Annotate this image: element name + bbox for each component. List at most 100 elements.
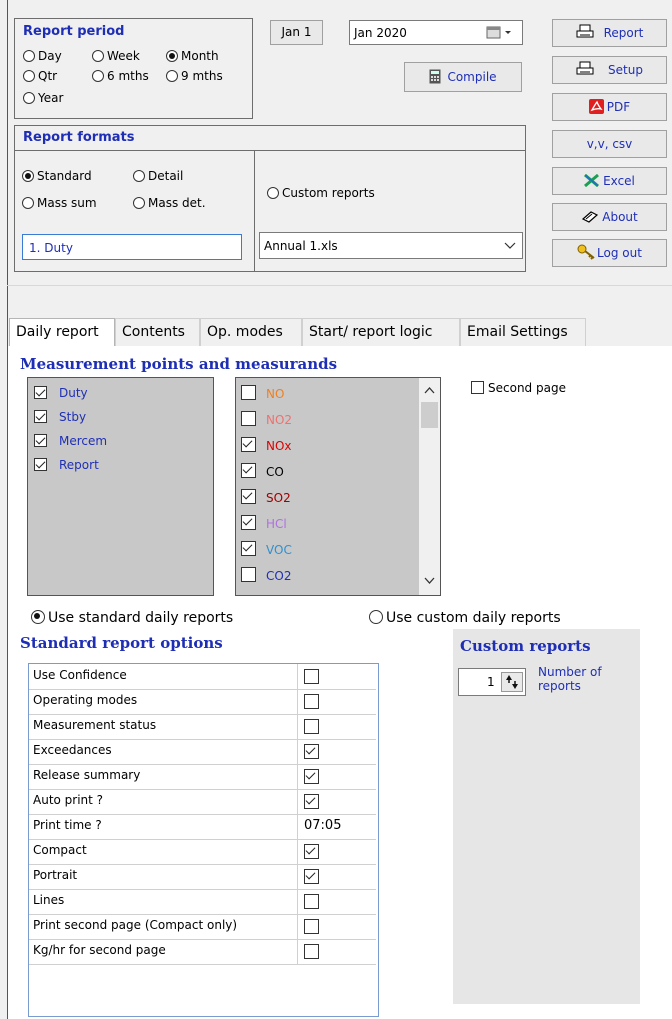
option-checkbox[interactable] bbox=[304, 669, 319, 684]
point-item-mercem[interactable]: Mercem bbox=[34, 434, 107, 448]
option-checkbox[interactable] bbox=[304, 794, 319, 809]
period-radio-indicator[interactable] bbox=[166, 50, 178, 62]
print-time-value[interactable]: 07:05 bbox=[304, 818, 341, 833]
format-option-standard[interactable]: Standard bbox=[22, 169, 92, 183]
point-item-duty[interactable]: Duty bbox=[34, 386, 88, 400]
option-checkbox[interactable] bbox=[304, 694, 319, 709]
use-standard-radio[interactable]: Use standard daily reports bbox=[31, 610, 233, 626]
measurand-checkbox[interactable] bbox=[241, 411, 256, 426]
month-date-picker[interactable]: Jan 2020 bbox=[349, 20, 523, 45]
period-option-9-mths[interactable]: 9 mths bbox=[166, 69, 223, 83]
period-radio-indicator[interactable] bbox=[23, 70, 35, 82]
custom-reports-radio[interactable]: Custom reports bbox=[267, 186, 375, 200]
measurands-list[interactable]: NO NO2 NOx CO SO2 HCl VOC CO2 bbox=[235, 377, 441, 596]
point-checkbox[interactable] bbox=[34, 386, 47, 399]
option-row: Print time ? 07:05 bbox=[29, 814, 376, 840]
tab-email-settings[interactable]: Email Settings bbox=[460, 318, 586, 346]
period-option-year[interactable]: Year bbox=[23, 91, 63, 105]
calendar-dropdown-icon[interactable] bbox=[486, 25, 516, 43]
custom-reports-count-spinner[interactable]: 1 bbox=[458, 668, 526, 696]
period-radio-indicator[interactable] bbox=[23, 50, 35, 62]
measurand-checkbox[interactable] bbox=[241, 541, 256, 556]
use-standard-label: Use standard daily reports bbox=[48, 610, 234, 626]
format-radio-indicator[interactable] bbox=[133, 197, 145, 209]
period-option-week[interactable]: Week bbox=[92, 49, 140, 63]
option-label: Compact bbox=[33, 843, 87, 857]
option-checkbox[interactable] bbox=[304, 844, 319, 859]
measurand-checkbox[interactable] bbox=[241, 385, 256, 400]
spinner-arrows-icon[interactable] bbox=[501, 672, 523, 695]
point-checkbox[interactable] bbox=[34, 458, 47, 471]
compile-button[interactable]: Compile bbox=[404, 62, 522, 92]
measurand-checkbox[interactable] bbox=[241, 515, 256, 530]
measurement-points-list[interactable]: Duty Stby Mercem Report bbox=[27, 377, 214, 596]
tab-daily-report[interactable]: Daily report bbox=[9, 318, 115, 346]
measurand-item-co2[interactable]: CO2 bbox=[241, 567, 291, 583]
format-radio-indicator[interactable] bbox=[22, 170, 34, 182]
measurand-item-voc[interactable]: VOC bbox=[241, 541, 292, 557]
pdf-button[interactable]: PDF bbox=[552, 93, 667, 121]
custom-reports-radio-indicator[interactable] bbox=[267, 187, 279, 199]
second-page-checkbox-box[interactable] bbox=[471, 381, 484, 394]
period-radio-indicator[interactable] bbox=[92, 50, 104, 62]
about-button[interactable]: About bbox=[552, 203, 667, 231]
period-option-qtr[interactable]: Qtr bbox=[23, 69, 57, 83]
custom-file-select[interactable]: Annual 1.xls bbox=[259, 232, 523, 259]
measurand-checkbox[interactable] bbox=[241, 489, 256, 504]
scroll-up-icon[interactable] bbox=[424, 383, 435, 397]
jan1-button[interactable]: Jan 1 bbox=[270, 20, 323, 45]
point-item-report[interactable]: Report bbox=[34, 458, 99, 472]
measurand-label: CO bbox=[266, 465, 284, 479]
option-row: Measurement status bbox=[29, 714, 376, 740]
csv-button[interactable]: v,v, csv bbox=[552, 130, 667, 158]
measurand-item-co[interactable]: CO bbox=[241, 463, 284, 479]
second-page-checkbox[interactable]: Second page bbox=[471, 381, 566, 395]
use-custom-radio[interactable]: Use custom daily reports bbox=[369, 610, 561, 626]
measurand-item-no[interactable]: NO bbox=[241, 385, 284, 401]
option-row: Compact bbox=[29, 839, 376, 865]
option-checkbox[interactable] bbox=[304, 944, 319, 959]
period-radio-indicator[interactable] bbox=[166, 70, 178, 82]
point-checkbox[interactable] bbox=[34, 434, 47, 447]
measurand-item-nox[interactable]: NOx bbox=[241, 437, 292, 453]
option-divider bbox=[297, 689, 298, 714]
chevron-down-icon[interactable] bbox=[504, 240, 516, 254]
tab-op-modes[interactable]: Op. modes bbox=[200, 318, 302, 346]
period-option-6-mths[interactable]: 6 mths bbox=[92, 69, 149, 83]
format-option-detail[interactable]: Detail bbox=[133, 169, 183, 183]
excel-button[interactable]: Excel bbox=[552, 167, 667, 195]
option-checkbox[interactable] bbox=[304, 919, 319, 934]
period-option-day[interactable]: Day bbox=[23, 49, 62, 63]
setup-button[interactable]: Setup bbox=[552, 56, 667, 84]
measurands-scrollbar[interactable] bbox=[419, 378, 440, 595]
format-option-mass-det[interactable]: Mass det. bbox=[133, 196, 206, 210]
option-checkbox[interactable] bbox=[304, 869, 319, 884]
format-radio-indicator[interactable] bbox=[133, 170, 145, 182]
option-checkbox[interactable] bbox=[304, 769, 319, 784]
duty-field[interactable]: 1. Duty bbox=[22, 234, 242, 260]
format-option-mass-sum[interactable]: Mass sum bbox=[22, 196, 97, 210]
measurand-checkbox[interactable] bbox=[241, 437, 256, 452]
use-custom-radio-indicator[interactable] bbox=[369, 610, 383, 624]
measurand-item-so2[interactable]: SO2 bbox=[241, 489, 291, 505]
option-checkbox[interactable] bbox=[304, 744, 319, 759]
period-radio-indicator[interactable] bbox=[23, 92, 35, 104]
measurand-item-hcl[interactable]: HCl bbox=[241, 515, 287, 531]
option-checkbox[interactable] bbox=[304, 894, 319, 909]
tab-contents[interactable]: Contents bbox=[115, 318, 200, 346]
point-item-stby[interactable]: Stby bbox=[34, 410, 86, 424]
scroll-thumb[interactable] bbox=[421, 402, 438, 428]
period-option-month[interactable]: Month bbox=[166, 49, 219, 63]
measurand-item-no2[interactable]: NO2 bbox=[241, 411, 292, 427]
tab-start-report-logic[interactable]: Start/ report logic bbox=[302, 318, 460, 346]
point-checkbox[interactable] bbox=[34, 410, 47, 423]
period-radio-indicator[interactable] bbox=[92, 70, 104, 82]
report-button[interactable]: Report bbox=[552, 19, 667, 47]
use-standard-radio-indicator[interactable] bbox=[31, 610, 45, 624]
measurand-checkbox[interactable] bbox=[241, 567, 256, 582]
logout-button[interactable]: Log out bbox=[552, 239, 667, 267]
format-radio-indicator[interactable] bbox=[22, 197, 34, 209]
scroll-down-icon[interactable] bbox=[424, 574, 435, 588]
measurand-checkbox[interactable] bbox=[241, 463, 256, 478]
option-checkbox[interactable] bbox=[304, 719, 319, 734]
